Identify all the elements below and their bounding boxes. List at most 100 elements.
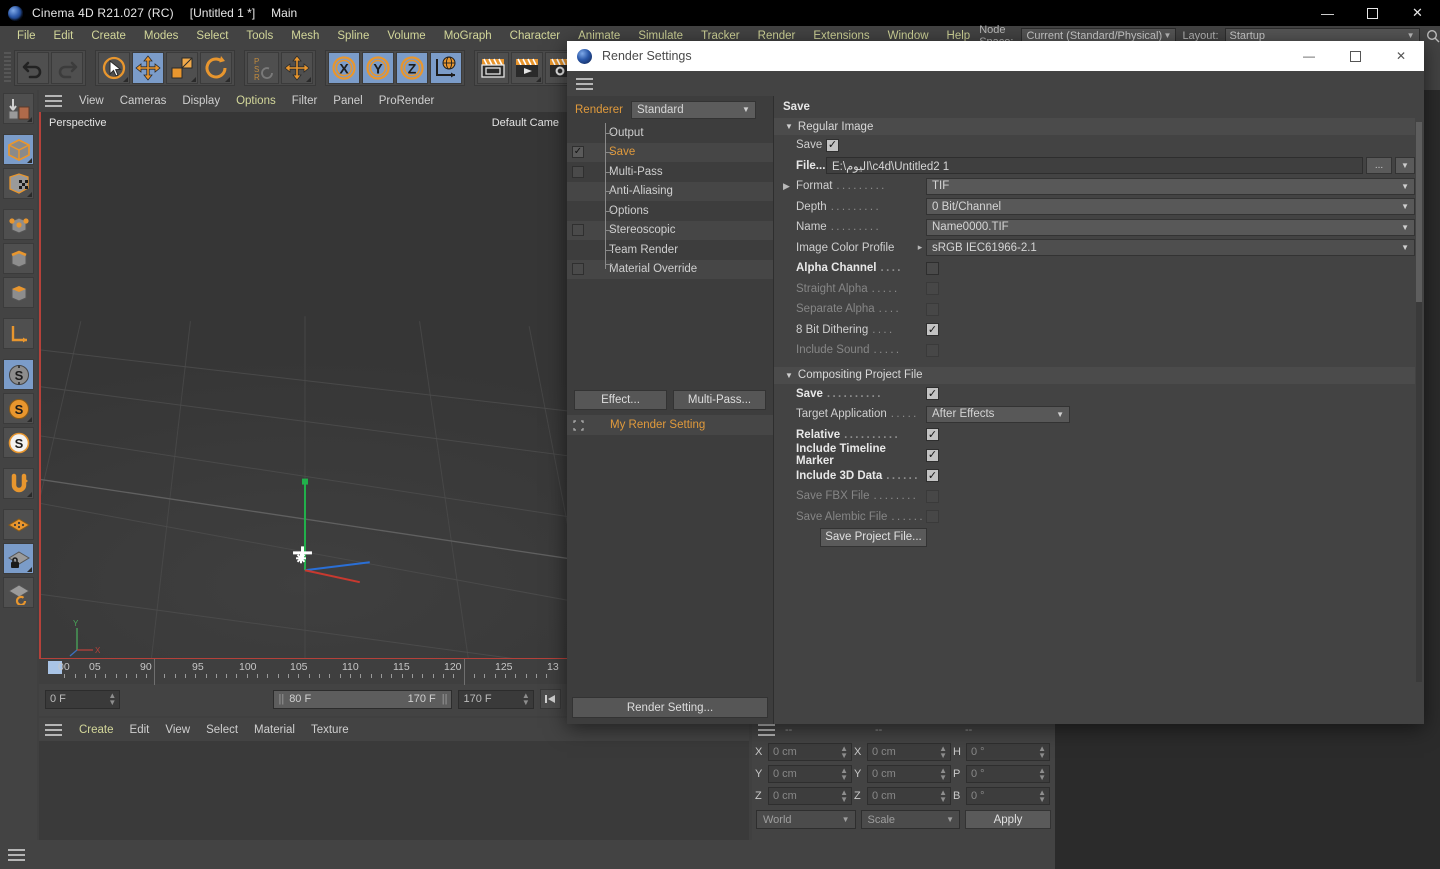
material-menu-select[interactable]: Select [198, 724, 246, 736]
spinner-icon[interactable]: ▲ ▼ [939, 789, 947, 804]
tree-item-options[interactable]: Options [567, 201, 773, 221]
make-editable-icon[interactable] [3, 93, 34, 124]
include-3d-data-checkbox[interactable]: ✓ [926, 469, 939, 483]
rotate-icon[interactable] [200, 51, 232, 84]
hamburger-icon[interactable] [576, 77, 593, 90]
pos-x-input[interactable]: 0 cm ▲ ▼ [768, 743, 852, 761]
texture-mode-icon[interactable] [3, 168, 34, 199]
menu-edit[interactable]: Edit [45, 30, 83, 42]
material-menu-material[interactable]: Material [246, 724, 303, 736]
tree-item-materialoverride[interactable]: Material Override [567, 259, 773, 279]
relative-checkbox[interactable]: ✓ [926, 428, 939, 442]
material-menu-texture[interactable]: Texture [303, 724, 357, 736]
viewport-canvas[interactable]: Y X Perspective Default Came [39, 112, 567, 668]
comp-save-checkbox[interactable]: ✓ [926, 387, 939, 401]
z-axis-icon[interactable]: Z [396, 51, 428, 84]
include-timeline-marker-checkbox[interactable]: ✓ [926, 448, 939, 462]
rs-minimize-button[interactable]: — [1286, 41, 1332, 71]
workplane-icon[interactable] [3, 509, 34, 540]
tree-item-output[interactable]: Output [567, 123, 773, 143]
tree-item-multipass[interactable]: Multi-Pass [567, 162, 773, 182]
size-y-input[interactable]: 0 cm ▲ ▼ [867, 765, 951, 783]
render-to-picture-viewer-icon[interactable] [511, 51, 543, 84]
chevron-right-icon[interactable]: ▶ [783, 181, 796, 192]
menu-select[interactable]: Select [187, 30, 237, 42]
axis-mode-icon[interactable] [3, 318, 34, 349]
effect-button[interactable]: Effect... [574, 390, 667, 410]
file-browse-button[interactable]: ... [1366, 157, 1392, 175]
tree-item-antialiasing[interactable]: Anti-Aliasing [567, 181, 773, 201]
menu-window[interactable]: Window [879, 30, 938, 42]
points-mode-icon[interactable] [3, 209, 34, 240]
menu-animate[interactable]: Animate [569, 30, 629, 42]
redo-icon[interactable] [51, 51, 83, 84]
tree-checkbox[interactable] [572, 165, 584, 178]
menu-character[interactable]: Character [501, 30, 570, 42]
material-menu-create[interactable]: Create [71, 724, 122, 736]
spinner-icon[interactable]: ▲ ▼ [939, 767, 947, 782]
tree-item-teamrender[interactable]: Team Render [567, 240, 773, 260]
end-frame-input[interactable]: 170 F ▲ ▼ [458, 689, 534, 709]
move-icon[interactable] [132, 51, 164, 84]
minimize-button[interactable]: — [1305, 0, 1350, 26]
render-preset-item[interactable]: My Render Setting [567, 415, 773, 435]
hamburger-icon[interactable] [8, 848, 25, 861]
preview-range-field[interactable]: || 80 F 170 F || [273, 689, 453, 709]
save-checkbox[interactable]: ✓ [826, 138, 839, 152]
section-header-regular-image[interactable]: ▼ Regular Image [774, 118, 1415, 135]
rot-h-input[interactable]: 0 ° ▲ ▼ [966, 743, 1050, 761]
select-cursor-icon[interactable] [98, 51, 130, 84]
snap-orange-icon[interactable]: S [3, 393, 34, 424]
save-project-file-button[interactable]: Save Project File... [820, 527, 927, 547]
transform-mode-select[interactable]: Scale ▼ [860, 810, 960, 829]
x-axis-icon[interactable]: X [328, 51, 360, 84]
color-profile-select[interactable]: sRGB IEC61966-2.1 ▼ [926, 239, 1415, 257]
hamburger-icon[interactable] [45, 723, 62, 736]
workplane-lock-icon[interactable] [3, 543, 34, 574]
tree-checkbox[interactable] [572, 263, 584, 276]
size-z-input[interactable]: 0 cm ▲ ▼ [867, 787, 951, 805]
viewport-menu-prorender[interactable]: ProRender [371, 95, 443, 107]
material-manager-body[interactable] [39, 741, 749, 840]
multipass-button[interactable]: Multi-Pass... [673, 390, 766, 410]
material-menu-edit[interactable]: Edit [122, 724, 158, 736]
file-options-dropdown[interactable]: ▼ [1395, 157, 1415, 175]
snap-grey-icon[interactable]: S [3, 359, 34, 390]
model-mode-icon[interactable] [3, 134, 34, 165]
rs-close-button[interactable]: ✕ [1378, 41, 1424, 71]
viewport-menu-view[interactable]: View [71, 95, 112, 107]
workplane-snap-icon[interactable]: S [3, 427, 34, 458]
menu-help[interactable]: Help [938, 30, 980, 42]
jump-to-start-icon[interactable] [539, 689, 561, 709]
y-axis-icon[interactable]: Y [362, 51, 394, 84]
menu-extensions[interactable]: Extensions [804, 30, 878, 42]
target-application-select[interactable]: After Effects ▼ [926, 405, 1070, 423]
magnet-icon[interactable] [3, 468, 34, 499]
menu-spline[interactable]: Spline [328, 30, 378, 42]
viewport-menu-panel[interactable]: Panel [325, 95, 370, 107]
range-handle-left-icon[interactable]: || [278, 693, 284, 705]
render-settings-scrollbar[interactable] [1416, 122, 1422, 682]
dithering-checkbox[interactable]: ✓ [926, 323, 939, 337]
rs-maximize-button[interactable] [1332, 41, 1378, 71]
name-select[interactable]: Name0000.TIF ▼ [926, 218, 1415, 236]
hamburger-icon[interactable] [758, 723, 775, 736]
format-select[interactable]: TIF ▼ [926, 177, 1415, 195]
viewport-menu-options[interactable]: Options [228, 95, 284, 107]
world-coordinate-icon[interactable] [430, 51, 462, 84]
viewport-menu-filter[interactable]: Filter [284, 95, 326, 107]
viewport-menu-display[interactable]: Display [174, 95, 228, 107]
pos-z-input[interactable]: 0 cm ▲ ▼ [768, 787, 852, 805]
spinner-icon[interactable]: ▲ ▼ [1038, 745, 1046, 760]
menu-tools[interactable]: Tools [237, 30, 282, 42]
size-x-input[interactable]: 0 cm ▲ ▼ [867, 743, 951, 761]
section-header-compositing-project-file[interactable]: ▼ Compositing Project File [774, 366, 1415, 384]
timeline-ruler[interactable]: 00 05 90 95 100 105 110 115 120 125 13 [39, 658, 567, 685]
current-frame-input[interactable]: 0 F ▲ ▼ [45, 689, 121, 709]
renderer-select[interactable]: Standard ▼ [630, 100, 756, 119]
pos-y-input[interactable]: 0 cm ▲ ▼ [768, 765, 852, 783]
viewport-menu-cameras[interactable]: Cameras [112, 95, 175, 107]
range-handle-right-icon[interactable]: || [442, 693, 448, 705]
undo-icon[interactable] [17, 51, 49, 84]
menu-volume[interactable]: Volume [378, 30, 434, 42]
